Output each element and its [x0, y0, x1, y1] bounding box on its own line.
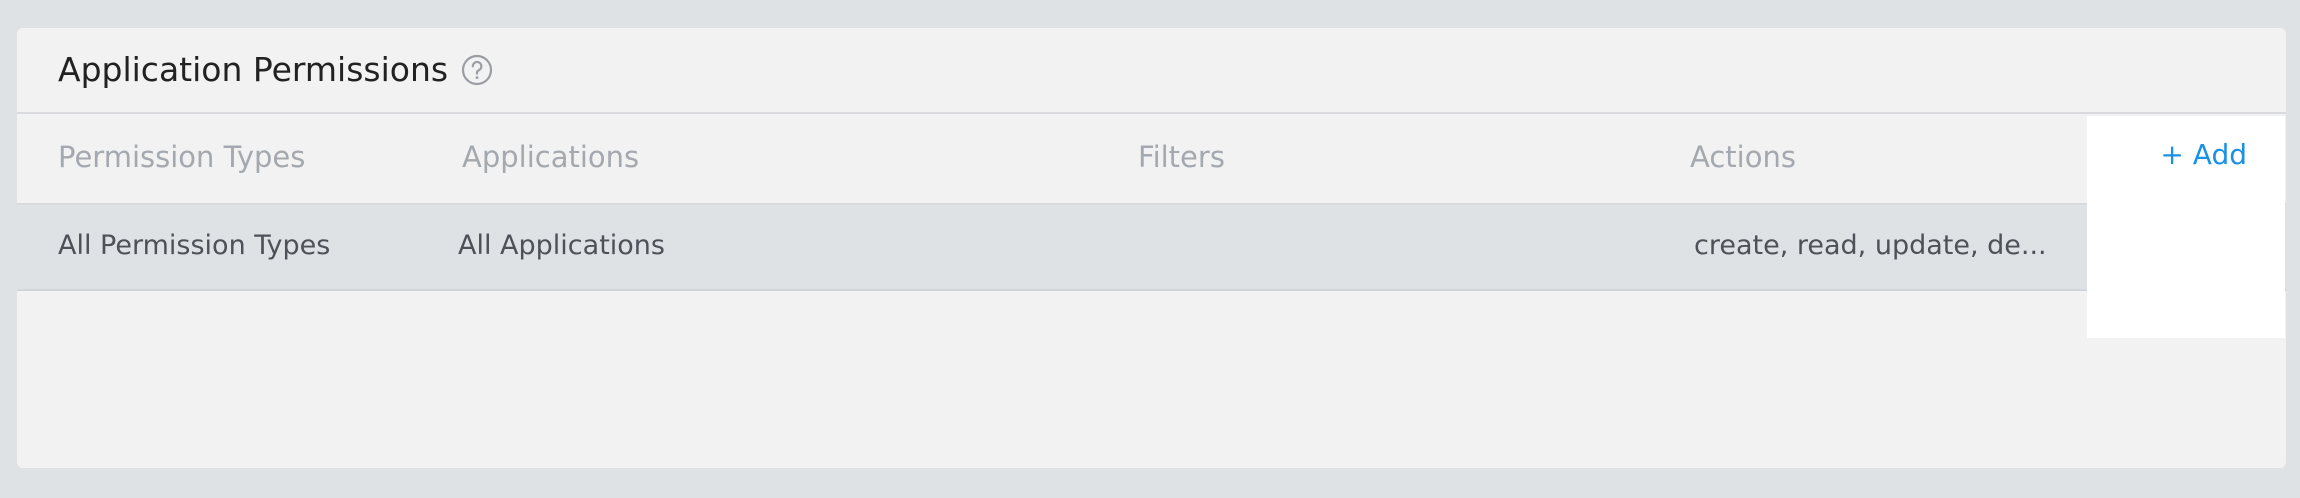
column-header-actions: Actions [1690, 140, 1796, 174]
cell-permission-types: All Permission Types [58, 230, 331, 261]
actions-column: + Add [2087, 116, 2285, 338]
application-permissions-panel: Application Permissions Permission Types… [17, 28, 2286, 468]
add-button[interactable]: + Add [2160, 138, 2247, 171]
table-row[interactable]: All Permission Types All Applications cr… [17, 205, 2286, 291]
column-header-applications: Applications [462, 140, 640, 174]
cell-applications: All Applications [458, 230, 665, 261]
cell-actions: create, read, update, de... [1694, 230, 2047, 261]
panel-title: Application Permissions [58, 50, 449, 89]
table-header-row: Permission Types Applications Filters Ac… [17, 114, 2286, 205]
panel-header: Application Permissions [17, 28, 2286, 114]
column-header-permission-types: Permission Types [58, 140, 306, 174]
help-icon[interactable] [460, 53, 494, 87]
column-header-filters: Filters [1138, 140, 1225, 174]
